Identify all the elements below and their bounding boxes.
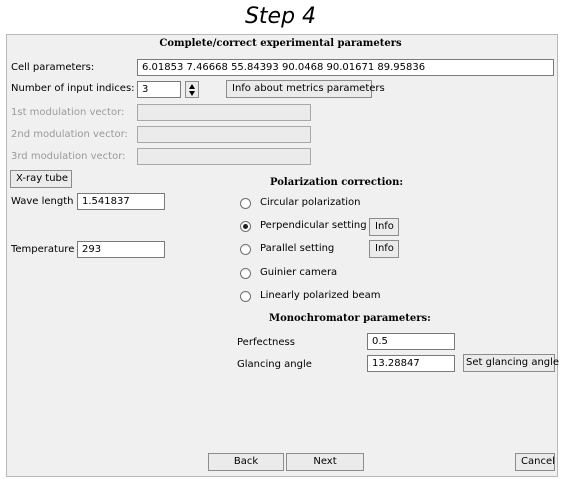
cell-parameters-label: Cell parameters: (11, 62, 95, 73)
wave-length-label: Wave length (11, 196, 74, 207)
modulation-vector-1-label: 1st modulation vector: (11, 107, 125, 118)
modulation-vector-1-field (137, 104, 311, 121)
xray-tube-button[interactable]: X-ray tube (10, 170, 72, 188)
radio-guinier-camera-label[interactable]: Guinier camera (260, 266, 337, 280)
input-indices-label: Number of input indices: (11, 83, 135, 94)
polarization-heading: Polarization correction: (270, 177, 404, 188)
spinner-down-icon[interactable] (189, 91, 195, 96)
set-glancing-angle-button[interactable]: Set glancing angle (463, 354, 559, 372)
wave-length-field[interactable]: 1.541837 (77, 193, 165, 210)
input-indices-field[interactable]: 3 (137, 81, 181, 98)
radio-linearly-polarized-beam[interactable] (240, 291, 251, 302)
radio-parallel-setting-label[interactable]: Parallel setting (260, 242, 334, 256)
step-title: Step 4 (244, 4, 317, 29)
modulation-vector-2-label: 2nd modulation vector: (11, 129, 128, 140)
temperature-field[interactable]: 293 (77, 241, 165, 258)
monochromator-heading: Monochromator parameters: (269, 313, 431, 324)
radio-circular-polarization-label[interactable]: Circular polarization (260, 196, 360, 210)
modulation-vector-3-field (137, 148, 311, 165)
radio-perpendicular-setting-label[interactable]: Perpendicular setting (260, 219, 367, 233)
cancel-button[interactable]: Cancel (515, 453, 555, 471)
cell-parameters-field[interactable]: 6.01853 7.46668 55.84393 90.0468 90.0167… (137, 59, 554, 76)
radio-guinier-camera[interactable] (240, 268, 251, 279)
radio-parallel-setting[interactable] (240, 244, 251, 255)
back-button[interactable]: Back (208, 453, 284, 471)
info-metrics-button[interactable]: Info about metrics parameters (226, 80, 385, 98)
radio-circular-polarization[interactable] (240, 198, 251, 209)
section-heading: Complete/correct experimental parameters (159, 38, 402, 49)
modulation-vector-3-label: 3rd modulation vector: (11, 151, 126, 162)
radio-selected-dot (243, 224, 248, 229)
parallel-info-button[interactable]: Info (369, 240, 399, 258)
perfectness-label: Perfectness (237, 337, 295, 348)
spinner-up-icon[interactable] (189, 84, 195, 89)
radio-perpendicular-setting[interactable] (240, 221, 251, 232)
glancing-angle-field[interactable]: 13.28847 (367, 355, 455, 372)
modulation-vector-2-field (137, 126, 311, 143)
temperature-label: Temperature (11, 244, 75, 255)
glancing-angle-label: Glancing angle (237, 359, 312, 370)
next-button[interactable]: Next (286, 453, 364, 471)
indices-spinner[interactable] (185, 81, 199, 98)
radio-linearly-polarized-beam-label[interactable]: Linearly polarized beam (260, 289, 381, 303)
perpendicular-info-button[interactable]: Info (369, 218, 399, 236)
perfectness-field[interactable]: 0.5 (367, 333, 455, 350)
